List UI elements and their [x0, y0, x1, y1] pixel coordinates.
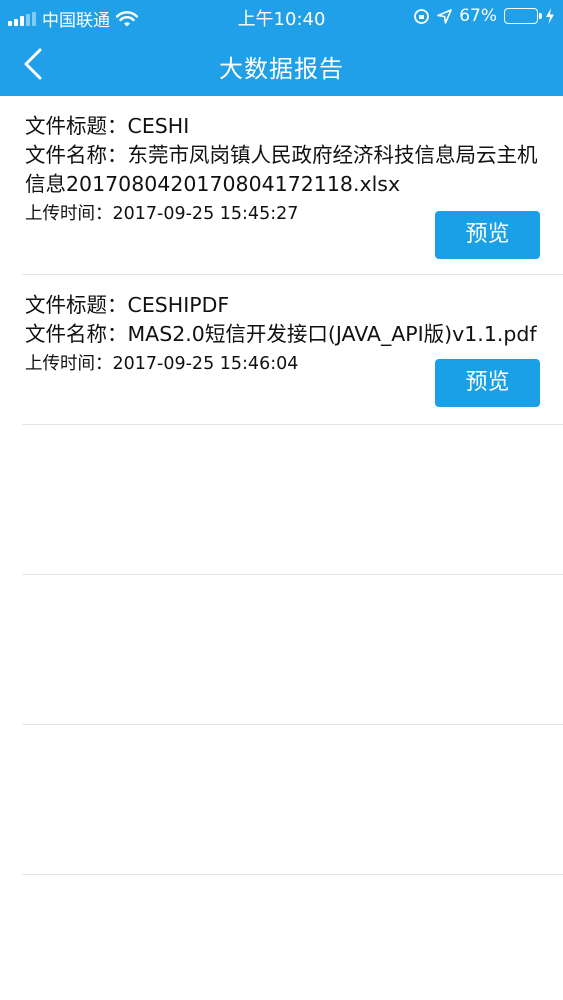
- battery-percent: 67%: [459, 6, 497, 26]
- top-bar: 中国联通 上午10:40 67% 大数据报告: [0, 0, 563, 96]
- charging-bolt-icon: [546, 8, 554, 24]
- preview-button[interactable]: 预览: [435, 211, 540, 259]
- report-list: 文件标题：CESHI 文件名称：东莞市凤岗镇人民政府经济科技信息局云主机信息20…: [0, 96, 563, 875]
- upload-time-label: 上传时间：: [25, 204, 113, 224]
- empty-list-row: [22, 725, 563, 875]
- status-right: 67%: [413, 6, 555, 26]
- report-info: 文件标题：CESHI 文件名称：东莞市凤岗镇人民政府经济科技信息局云主机信息20…: [25, 112, 545, 227]
- file-title-row: 文件标题：CESHI: [25, 112, 545, 141]
- empty-list-row: [22, 425, 563, 575]
- navigation-bar: 大数据报告: [0, 34, 563, 96]
- battery-icon: [504, 8, 542, 24]
- list-item: 文件标题：CESHI 文件名称：东莞市凤岗镇人民政府经济科技信息局云主机信息20…: [22, 96, 563, 275]
- file-title-label: 文件标题：: [25, 114, 128, 138]
- page-title: 大数据报告: [219, 55, 344, 83]
- preview-button[interactable]: 预览: [435, 359, 540, 407]
- file-name-value: MAS2.0短信开发接口(JAVA_API版)v1.1.pdf: [127, 322, 537, 346]
- rotation-lock-icon: [414, 8, 430, 24]
- file-title-row: 文件标题：CESHIPDF: [25, 291, 545, 320]
- status-bar: 中国联通 上午10:40 67%: [0, 0, 563, 34]
- location-arrow-icon: [437, 8, 453, 24]
- file-name-row: 文件名称：MAS2.0短信开发接口(JAVA_API版)v1.1.pdf: [25, 320, 545, 349]
- file-name-row: 文件名称：东莞市凤岗镇人民政府经济科技信息局云主机信息2017080420170…: [25, 141, 545, 199]
- upload-time-value: 2017-09-25 15:45:27: [112, 204, 299, 224]
- file-title-value: CESHIPDF: [127, 293, 230, 317]
- file-title-value: CESHI: [127, 114, 190, 138]
- empty-list-row: [22, 575, 563, 725]
- file-title-label: 文件标题：: [25, 293, 128, 317]
- file-name-label: 文件名称：: [25, 143, 128, 167]
- list-item: 文件标题：CESHIPDF 文件名称：MAS2.0短信开发接口(JAVA_API…: [22, 275, 563, 425]
- upload-time-value: 2017-09-25 15:46:04: [112, 354, 299, 374]
- file-name-label: 文件名称：: [25, 322, 128, 346]
- upload-time-label: 上传时间：: [25, 354, 113, 374]
